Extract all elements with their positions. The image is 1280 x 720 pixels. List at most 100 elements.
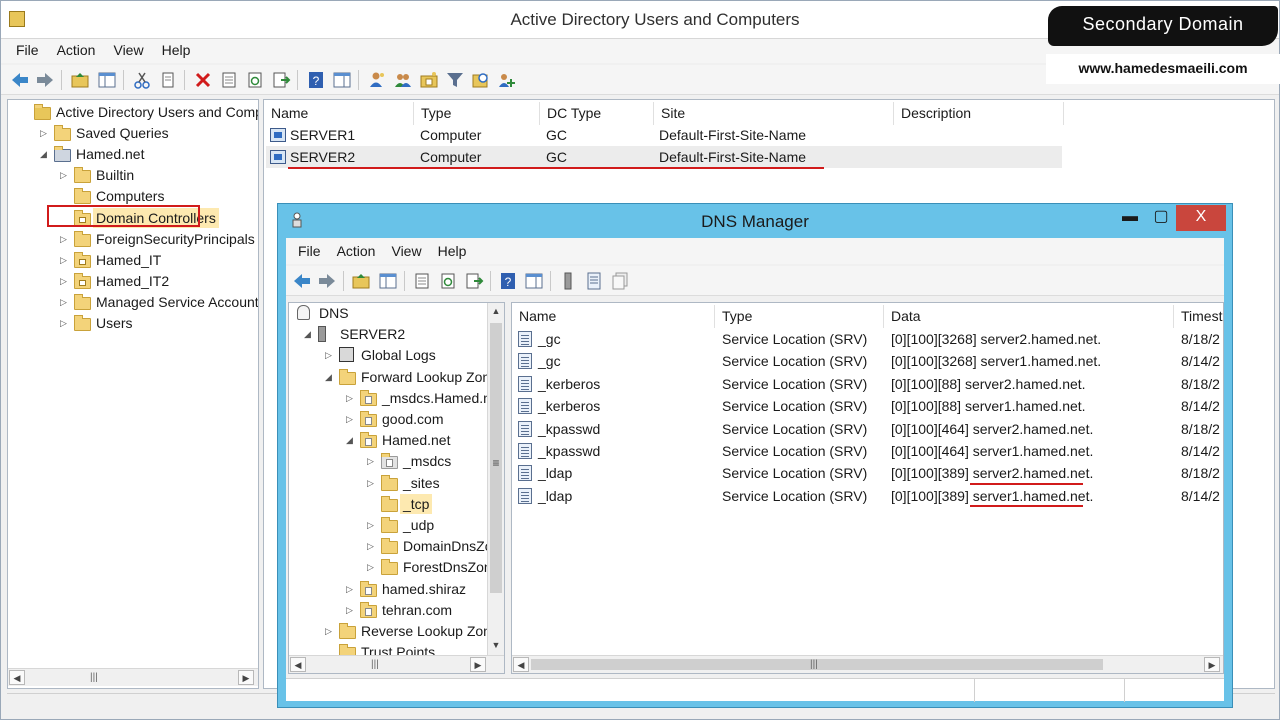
tree-item-forward-lookup-zones[interactable]: ◢ Forward Lookup Zones: [289, 367, 504, 387]
expand-arrow-icon[interactable]: ▷: [40, 123, 47, 143]
tree-item-server2[interactable]: ◢ SERVER2: [289, 324, 487, 344]
dns-tree-hscrollbar[interactable]: ◀ ||| ▶: [289, 655, 504, 673]
column-header-type[interactable]: Type: [715, 305, 884, 328]
tree-item-users[interactable]: ▷ Users: [8, 313, 258, 333]
tree-item-msdcs[interactable]: ▷ _msdcs: [289, 451, 487, 471]
server-icon[interactable]: [558, 271, 578, 291]
tree-item-tehran-com[interactable]: ▷ tehran.com: [289, 600, 487, 620]
tree-item-msdcs-hamed-net[interactable]: ▷ _msdcs.Hamed.net: [289, 388, 503, 408]
expand-arrow-icon[interactable]: ▷: [60, 292, 67, 312]
tree-item-domaindnszones[interactable]: ▷ DomainDnsZones: [289, 536, 504, 556]
scroll-left-icon[interactable]: ◀: [9, 670, 25, 685]
tree-item-forestdnszones[interactable]: ▷ ForestDnsZones: [289, 557, 504, 577]
dns-titlebar[interactable]: DNS Manager ▬ ▢ X: [278, 204, 1232, 238]
new-user-icon[interactable]: [367, 70, 387, 90]
refresh-icon[interactable]: [438, 271, 458, 291]
expand-arrow-icon[interactable]: ▷: [367, 515, 374, 535]
dns-record-row[interactable]: _kerberos Service Location (SRV) [0][100][…: [514, 395, 1223, 417]
up-folder-icon[interactable]: [70, 70, 90, 90]
add-to-group-icon[interactable]: [497, 70, 517, 90]
show-console-tree-icon[interactable]: [378, 271, 398, 291]
expand-arrow-icon[interactable]: ▷: [60, 313, 67, 333]
dns-tree-vscrollbar[interactable]: ▲ ≡ ▼: [487, 303, 504, 655]
column-header-timestamp[interactable]: Timest: [1174, 305, 1223, 328]
back-arrow-icon[interactable]: [292, 271, 312, 291]
close-button[interactable]: X: [1176, 205, 1226, 231]
expand-arrow-icon[interactable]: ▷: [325, 345, 332, 365]
show-action-pane-icon[interactable]: [524, 271, 544, 291]
new-ou-icon[interactable]: [419, 70, 439, 90]
tree-item-tcp[interactable]: _tcp: [289, 493, 487, 514]
collapse-arrow-icon[interactable]: ◢: [40, 144, 47, 164]
filter-icon[interactable]: [445, 70, 465, 90]
dns-tree-pane[interactable]: DNS ◢ SERVER2 ▷ Global Logs ◢ Forward Lookup Z…: [288, 302, 505, 674]
dns-menu-help[interactable]: Help: [430, 238, 475, 259]
tree-item-foreignsecurityprincipals[interactable]: ▷ ForeignSecurityPrincipals: [8, 229, 258, 249]
tree-item-saved-queries[interactable]: ▷ Saved Queries: [8, 123, 258, 143]
dns-record-row[interactable]: _gc Service Location (SRV) [0][100][3268] …: [514, 328, 1223, 350]
export-list-icon[interactable]: [271, 70, 291, 90]
dns-record-row[interactable]: _ldap Service Location (SRV) [0][100][389]…: [514, 485, 1223, 507]
tree-item-hamed-net[interactable]: ◢ Hamed.net: [289, 430, 487, 450]
expand-arrow-icon[interactable]: ▷: [367, 451, 374, 471]
scroll-right-icon[interactable]: ▶: [470, 657, 486, 672]
dns-menu-view[interactable]: View: [383, 238, 429, 259]
tree-item-computers[interactable]: Computers: [8, 186, 258, 206]
dns-record-row[interactable]: _kerberos Service Location (SRV) [0][100][…: [514, 373, 1223, 395]
expand-arrow-icon[interactable]: ▷: [60, 229, 67, 249]
column-header-description[interactable]: Description: [894, 102, 1064, 125]
scroll-grip-icon[interactable]: |||: [371, 659, 379, 670]
column-header-site[interactable]: Site: [654, 102, 894, 125]
export-list-icon[interactable]: [464, 271, 484, 291]
scroll-grip-icon[interactable]: |||: [810, 659, 818, 670]
cut-icon[interactable]: [132, 70, 152, 90]
expand-arrow-icon[interactable]: ▷: [346, 600, 353, 620]
tree-item-dns[interactable]: DNS: [289, 303, 487, 323]
collapse-arrow-icon[interactable]: ◢: [325, 367, 332, 387]
tree-item-sites[interactable]: ▷ _sites: [289, 473, 487, 493]
aduc-tree-hscrollbar[interactable]: ◀ ||| ▶: [8, 668, 258, 686]
column-header-type[interactable]: Type: [414, 102, 540, 125]
dns-record-row[interactable]: _ldap Service Location (SRV) [0][100][389]…: [514, 462, 1223, 484]
menu-file[interactable]: File: [1, 39, 48, 58]
scroll-right-icon[interactable]: ▶: [238, 670, 254, 685]
record-copy-icon[interactable]: [610, 271, 630, 291]
record-list-icon[interactable]: [584, 271, 604, 291]
scroll-up-icon[interactable]: ▲: [488, 303, 504, 319]
tree-item-udp[interactable]: ▷ _udp: [289, 515, 487, 535]
dns-menu-file[interactable]: File: [286, 238, 329, 259]
forward-arrow-icon[interactable]: [317, 271, 337, 291]
show-console-tree-icon[interactable]: [97, 70, 117, 90]
forward-arrow-icon[interactable]: [35, 70, 55, 90]
properties-icon[interactable]: [219, 70, 239, 90]
find-icon[interactable]: [471, 70, 491, 90]
expand-arrow-icon[interactable]: ▷: [60, 271, 67, 291]
scroll-right-icon[interactable]: ▶: [1204, 657, 1220, 672]
collapse-arrow-icon[interactable]: ◢: [346, 430, 353, 450]
new-group-icon[interactable]: [393, 70, 413, 90]
tree-item-hamed-shiraz[interactable]: ▷ hamed.shiraz: [289, 579, 487, 599]
expand-arrow-icon[interactable]: ▷: [325, 621, 332, 641]
show-action-pane-icon[interactable]: [332, 70, 352, 90]
tree-item-hamed-it[interactable]: ▷ Hamed_IT: [8, 250, 258, 270]
scroll-left-icon[interactable]: ◀: [513, 657, 529, 672]
help-icon[interactable]: ?: [306, 70, 326, 90]
tree-item-builtin[interactable]: ▷ Builtin: [8, 165, 258, 185]
expand-arrow-icon[interactable]: ▷: [60, 250, 67, 270]
delete-icon[interactable]: [193, 70, 213, 90]
properties-icon[interactable]: [412, 271, 432, 291]
aduc-tree-pane[interactable]: Active Directory Users and Computer ▷ Save…: [7, 99, 259, 689]
column-header-data[interactable]: Data: [884, 305, 1174, 328]
dns-record-row[interactable]: _kpasswd Service Location (SRV) [0][100][4…: [514, 418, 1223, 440]
maximize-button[interactable]: ▢: [1146, 205, 1176, 231]
copy-icon[interactable]: [158, 70, 178, 90]
dns-menu-action[interactable]: Action: [329, 238, 384, 259]
expand-arrow-icon[interactable]: ▷: [367, 536, 374, 556]
tree-item-hamed-it2[interactable]: ▷ Hamed_IT2: [8, 271, 258, 291]
column-header-dc-type[interactable]: DC Type: [540, 102, 654, 125]
expand-arrow-icon[interactable]: ▷: [367, 557, 374, 577]
tree-item-managed-service-accounts[interactable]: ▷ Managed Service Accounts: [8, 292, 258, 312]
collapse-arrow-icon[interactable]: ◢: [304, 324, 311, 344]
expand-arrow-icon[interactable]: ▷: [346, 579, 353, 599]
scroll-grip-icon[interactable]: |||: [90, 672, 98, 683]
